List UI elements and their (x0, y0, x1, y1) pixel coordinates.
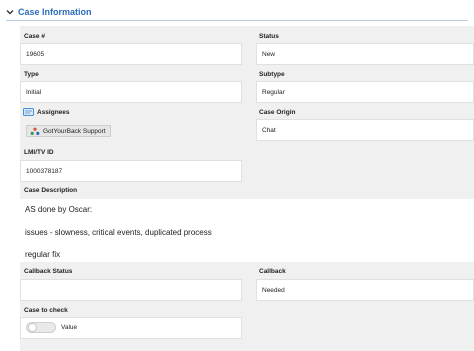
assignee-chip[interactable]: GotYourBack Support (26, 125, 111, 137)
subtype-label: Subtype (259, 71, 285, 78)
description-line: AS done by Oscar: (25, 205, 93, 214)
callback-label: Callback (259, 268, 286, 275)
status-label: Status (259, 33, 279, 40)
lmi-tv-id-value: 1000378187 (26, 167, 63, 175)
callback-status-label: Callback Status (24, 268, 73, 275)
status-value: New (262, 50, 276, 58)
case-to-check-toggle[interactable] (26, 322, 56, 333)
assignee-chip-label: GotYourBack Support (43, 127, 106, 135)
case-to-check-toggle-label: Value (61, 324, 78, 331)
case-number-field[interactable]: 19605 (20, 43, 242, 65)
status-field[interactable]: New (256, 43, 474, 65)
section-title: Case Information (18, 7, 92, 17)
form-panel (20, 26, 474, 351)
type-value: Initial (26, 88, 42, 96)
case-origin-value: Chat (262, 126, 276, 134)
case-number-value: 19605 (26, 50, 45, 58)
subtype-value: Regular (262, 88, 285, 96)
toggle-knob (28, 323, 37, 332)
case-number-label: Case # (24, 33, 45, 40)
assignees-icon (23, 108, 34, 116)
lmi-tv-id-field[interactable]: 1000378187 (20, 160, 242, 182)
case-origin-field[interactable]: Chat (256, 119, 474, 141)
lmi-tv-id-label: LMI/TV ID (24, 149, 54, 156)
chevron-down-icon (6, 10, 14, 15)
section-header[interactable]: Case Information (6, 5, 92, 19)
callback-field[interactable]: Needed (256, 279, 474, 301)
case-to-check-label: Case to check (24, 307, 68, 314)
type-label: Type (24, 71, 39, 78)
description-line: regular fix (25, 250, 61, 259)
subtype-field[interactable]: Regular (256, 81, 474, 103)
section-divider (6, 20, 468, 21)
group-icon (30, 127, 40, 135)
case-description-label: Case Description (24, 187, 78, 194)
case-information-page: Case Information Case # 19605 Status New… (0, 0, 474, 351)
case-origin-label: Case Origin (259, 109, 296, 116)
case-description-field[interactable]: AS done by Oscar: issues - slowness, cri… (20, 199, 474, 262)
description-line: issues - slowness, critical events, dupl… (25, 228, 212, 237)
callback-value: Needed (262, 286, 285, 294)
callback-status-field[interactable] (20, 279, 242, 301)
assignees-label: Assignees (37, 109, 70, 116)
type-field[interactable]: Initial (20, 81, 242, 103)
